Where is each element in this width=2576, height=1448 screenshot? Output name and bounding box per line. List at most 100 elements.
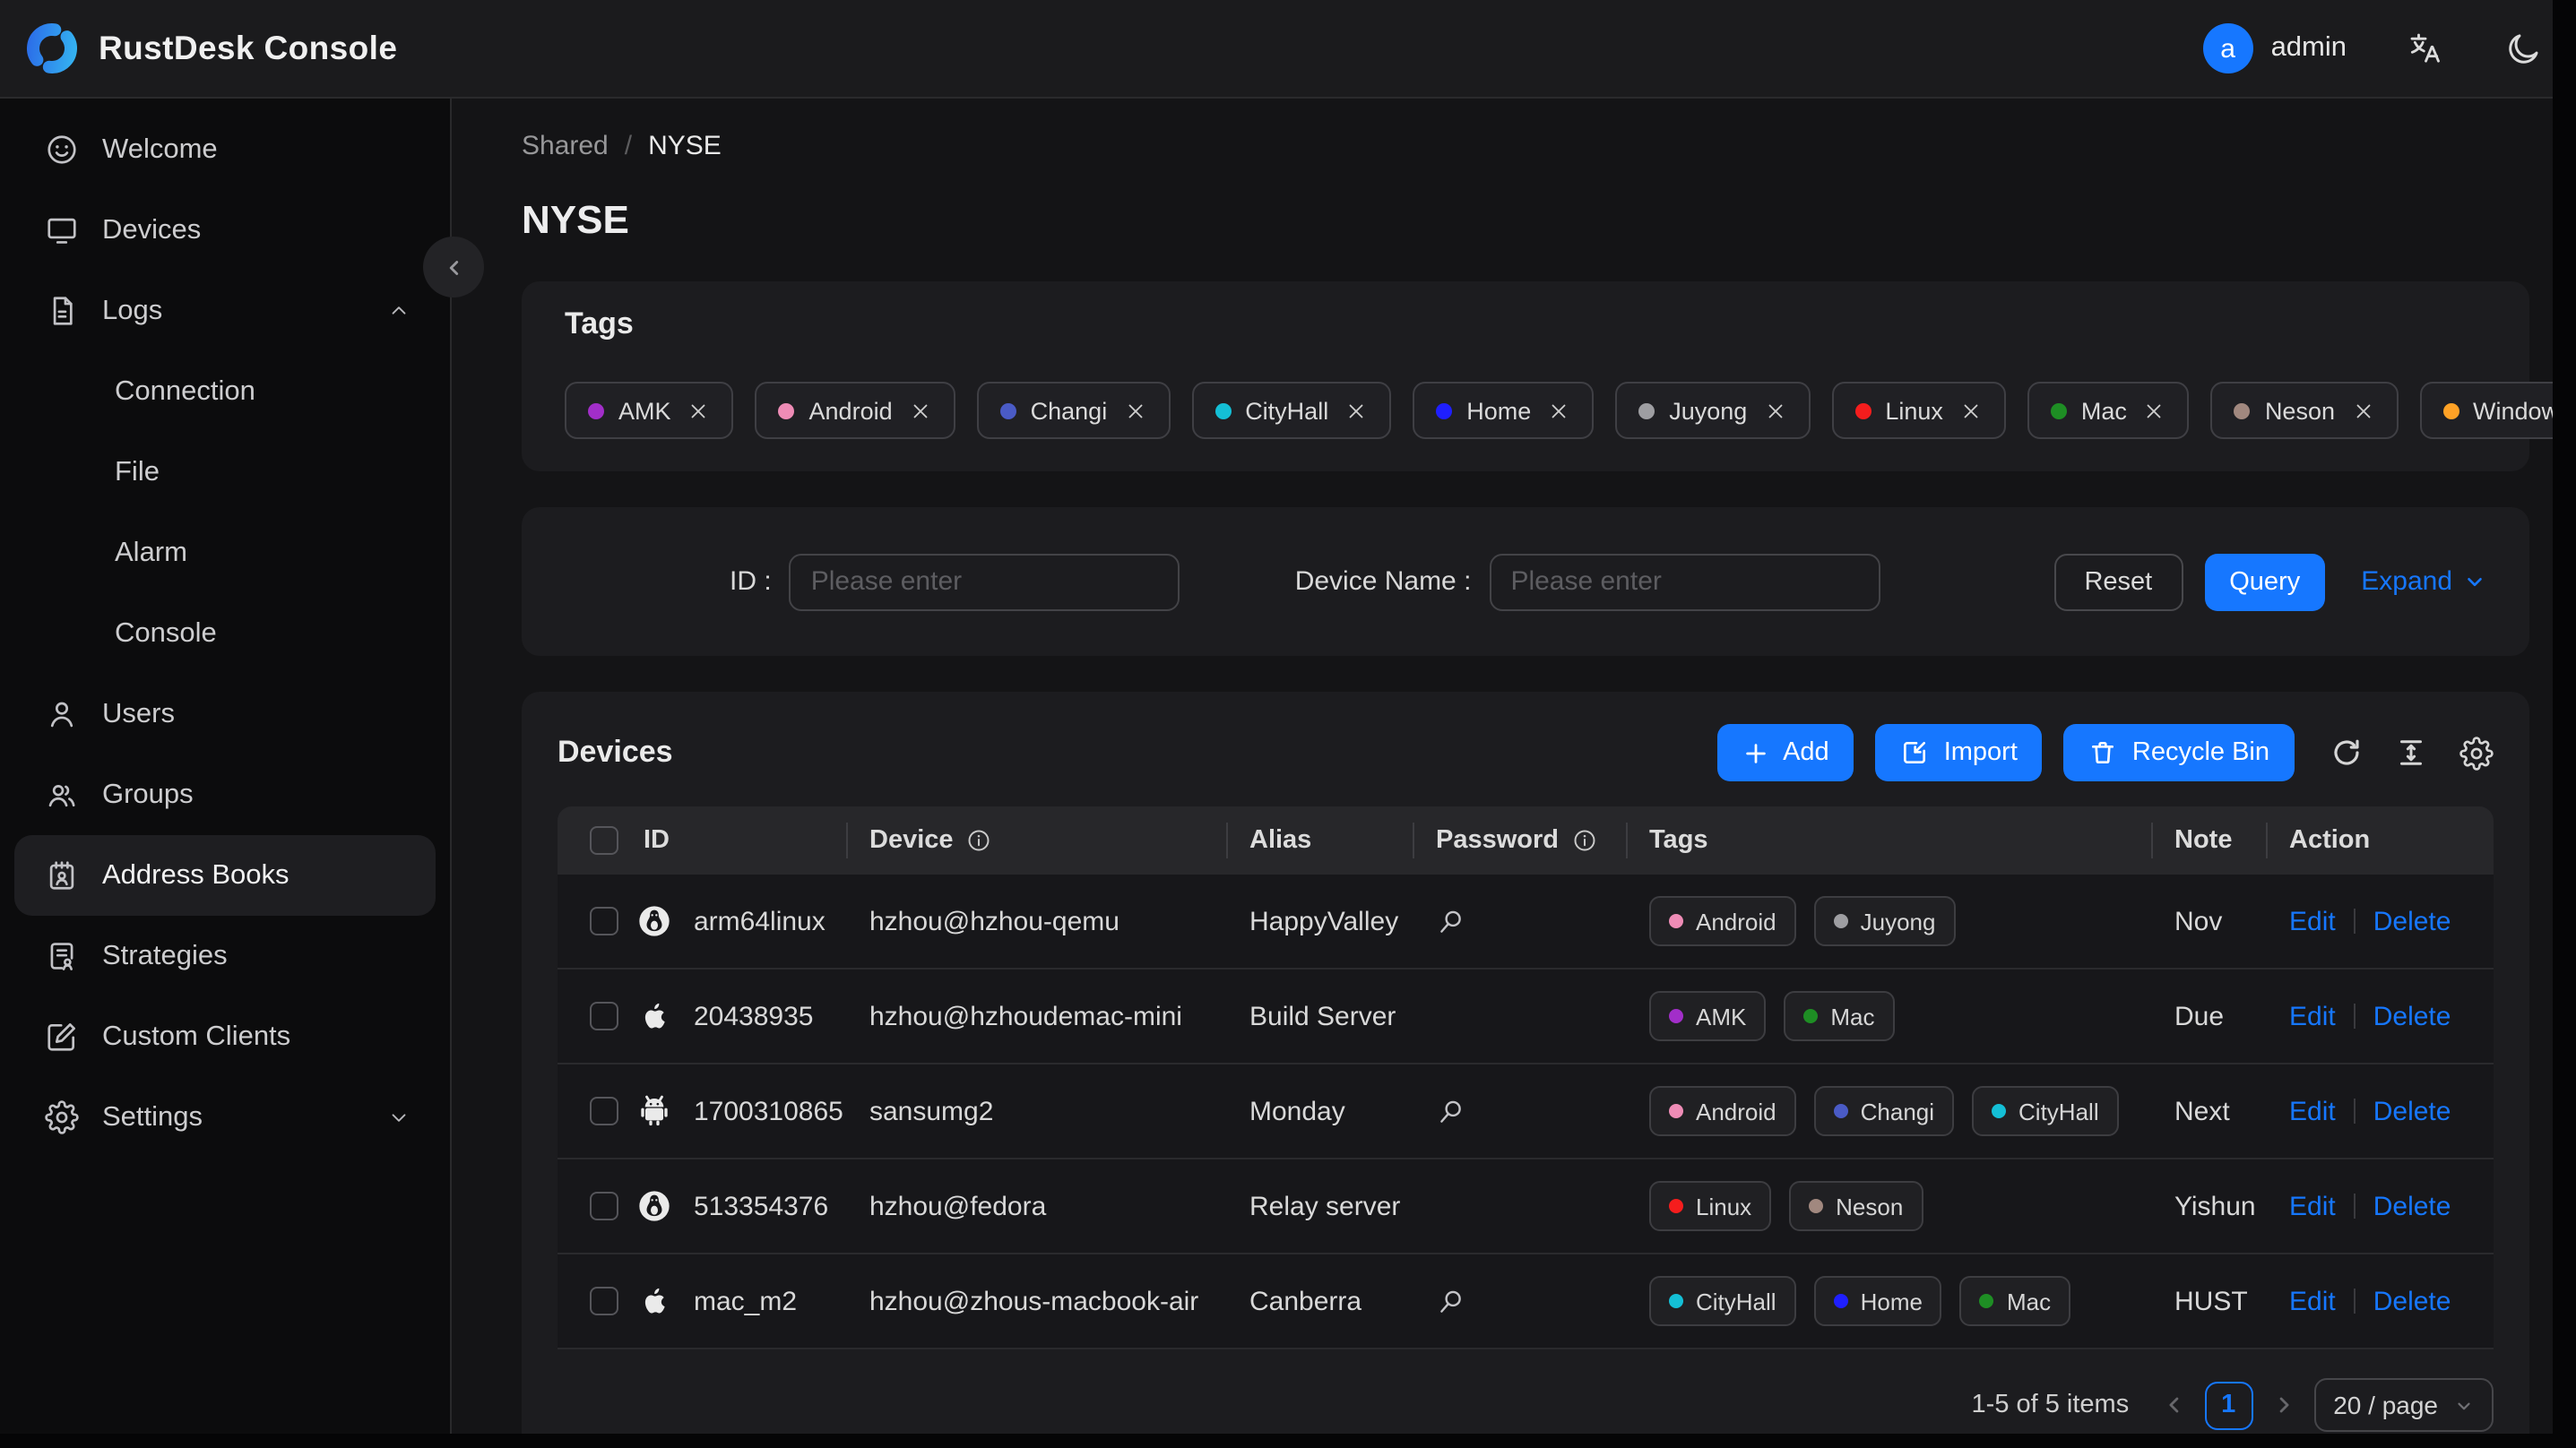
- row-checkbox[interactable]: [590, 1287, 618, 1315]
- sidebar-item-settings[interactable]: Settings: [14, 1077, 436, 1158]
- horizontal-scrollbar-gutter[interactable]: [0, 1434, 2576, 1448]
- col-alias: Alias: [1249, 826, 1312, 855]
- sidebar-subitem-console[interactable]: Console: [14, 593, 436, 674]
- monitor-icon: [45, 213, 79, 247]
- sidebar-item-welcome[interactable]: Welcome: [14, 109, 436, 190]
- recycle-bin-button[interactable]: Recycle Bin: [2063, 724, 2295, 781]
- expand-link[interactable]: Expand: [2361, 566, 2486, 597]
- page-size-select[interactable]: 20 / page: [2313, 1378, 2494, 1432]
- delete-link[interactable]: Delete: [2373, 1191, 2451, 1221]
- edit-link[interactable]: Edit: [2289, 906, 2336, 936]
- query-button[interactable]: Query: [2204, 553, 2326, 610]
- next-page-icon[interactable]: [2270, 1392, 2295, 1418]
- id-label: ID :: [730, 566, 772, 597]
- remove-tag-icon[interactable]: [909, 399, 932, 422]
- smiley-icon: [45, 133, 79, 167]
- device-info-icon[interactable]: [966, 828, 991, 853]
- sidebar-subitem-file[interactable]: File: [14, 432, 436, 513]
- row-tag-cityhall: CityHall: [1649, 1276, 1796, 1326]
- sidebar-item-groups[interactable]: Groups: [14, 754, 436, 835]
- view-password-search-icon[interactable]: [1436, 1096, 1466, 1126]
- import-button[interactable]: Import: [1875, 724, 2043, 781]
- dark-mode-moon-icon[interactable]: [2504, 30, 2542, 67]
- plus-icon: [1745, 743, 1765, 763]
- tag-label: Home: [1466, 397, 1532, 424]
- password-info-icon[interactable]: [1571, 828, 1596, 853]
- remove-tag-icon[interactable]: [2143, 399, 2166, 422]
- column-height-icon[interactable]: [2395, 737, 2427, 769]
- tag-color-dot: [1669, 1104, 1683, 1118]
- tag-color-dot: [1833, 1104, 1848, 1118]
- row-checkbox[interactable]: [590, 907, 618, 935]
- row-tag-changi: Changi: [1813, 1086, 1955, 1136]
- tag-color-dot: [1809, 1199, 1824, 1213]
- breadcrumb-parent[interactable]: Shared: [522, 130, 609, 160]
- edit-link[interactable]: Edit: [2289, 1096, 2336, 1126]
- page-size-value: 20 / page: [2333, 1391, 2438, 1419]
- sidebar-item-address-books[interactable]: Address Books: [14, 835, 436, 916]
- row-tag-cityhall: CityHall: [1972, 1086, 2119, 1136]
- sidebar-subitem-alarm[interactable]: Alarm: [14, 513, 436, 593]
- edit-link[interactable]: Edit: [2289, 1286, 2336, 1316]
- translate-icon[interactable]: [2407, 30, 2443, 66]
- view-password-search-icon[interactable]: [1436, 1286, 1466, 1316]
- remove-tag-icon[interactable]: [687, 399, 711, 422]
- row-checkbox[interactable]: [590, 1192, 618, 1220]
- os-apple-icon: [636, 998, 672, 1034]
- prev-page-icon[interactable]: [2161, 1392, 2186, 1418]
- sidebar-item-logs[interactable]: Logs: [14, 271, 436, 351]
- delete-link[interactable]: Delete: [2373, 906, 2451, 936]
- vertical-scrollbar-gutter[interactable]: [2553, 0, 2576, 1448]
- device-name-input[interactable]: [1489, 553, 1880, 610]
- tag-label: Linux: [1885, 397, 1943, 424]
- row-tag-android: Android: [1649, 896, 1796, 946]
- sidebar-item-users[interactable]: Users: [14, 674, 436, 754]
- col-password: Password: [1436, 826, 1559, 855]
- delete-link[interactable]: Delete: [2373, 1096, 2451, 1126]
- sidebar-item-strategies[interactable]: Strategies: [14, 916, 436, 996]
- remove-tag-icon[interactable]: [1344, 399, 1368, 422]
- row-checkbox[interactable]: [590, 1097, 618, 1125]
- row-tag-mac: Mac: [1959, 1276, 2071, 1326]
- tag-label: Juyong: [1860, 908, 1936, 935]
- table-settings-gear-icon[interactable]: [2459, 736, 2494, 770]
- sidebar-item-custom-clients[interactable]: Custom Clients: [14, 996, 436, 1077]
- remove-tag-icon[interactable]: [1763, 399, 1786, 422]
- username[interactable]: admin: [2271, 32, 2347, 65]
- device-id: 513354376: [694, 1191, 829, 1221]
- page-number-1[interactable]: 1: [2204, 1381, 2253, 1429]
- remove-tag-icon[interactable]: [1959, 399, 1983, 422]
- remove-tag-icon[interactable]: [1123, 399, 1146, 422]
- chevron-up-icon: [387, 299, 411, 323]
- strategies-icon: [45, 939, 79, 973]
- table-row: mac_m2 hzhou@zhous-macbook-air Canberra …: [558, 1254, 2494, 1349]
- remove-tag-icon[interactable]: [2351, 399, 2374, 422]
- reset-button[interactable]: Reset: [2053, 553, 2183, 610]
- avatar[interactable]: a: [2202, 23, 2253, 73]
- sidebar-item-devices[interactable]: Devices: [14, 190, 436, 271]
- refresh-icon[interactable]: [2330, 737, 2363, 769]
- device-name: hzhou@zhous-macbook-air: [869, 1286, 1199, 1316]
- edit-link[interactable]: Edit: [2289, 1191, 2336, 1221]
- device-id: 20438935: [694, 1001, 814, 1031]
- delete-link[interactable]: Delete: [2373, 1286, 2451, 1316]
- view-password-search-icon[interactable]: [1436, 906, 1466, 936]
- row-checkbox[interactable]: [590, 1002, 618, 1030]
- id-input[interactable]: [789, 553, 1180, 610]
- tag-label: Linux: [1696, 1193, 1752, 1220]
- add-button[interactable]: Add: [1716, 724, 1854, 781]
- sidebar-subitem-connection[interactable]: Connection: [14, 351, 436, 432]
- sidebar-collapse-button[interactable]: [423, 237, 484, 297]
- edit-link[interactable]: Edit: [2289, 1001, 2336, 1031]
- delete-link[interactable]: Delete: [2373, 1001, 2451, 1031]
- breadcrumb-separator: /: [624, 130, 633, 160]
- device-alias: HappyValley: [1249, 906, 1399, 936]
- tag-chip-changi: Changi: [976, 382, 1171, 439]
- os-android-icon: [636, 1093, 672, 1129]
- sidebar-subitem-label: File: [115, 456, 160, 487]
- devices-card: Devices Add Import Recycle Bin ID Device…: [522, 692, 2529, 1448]
- tag-label: Android: [808, 397, 893, 424]
- remove-tag-icon[interactable]: [1547, 399, 1570, 422]
- select-all-checkbox[interactable]: [590, 826, 618, 855]
- sidebar-item-label: Groups: [102, 779, 194, 809]
